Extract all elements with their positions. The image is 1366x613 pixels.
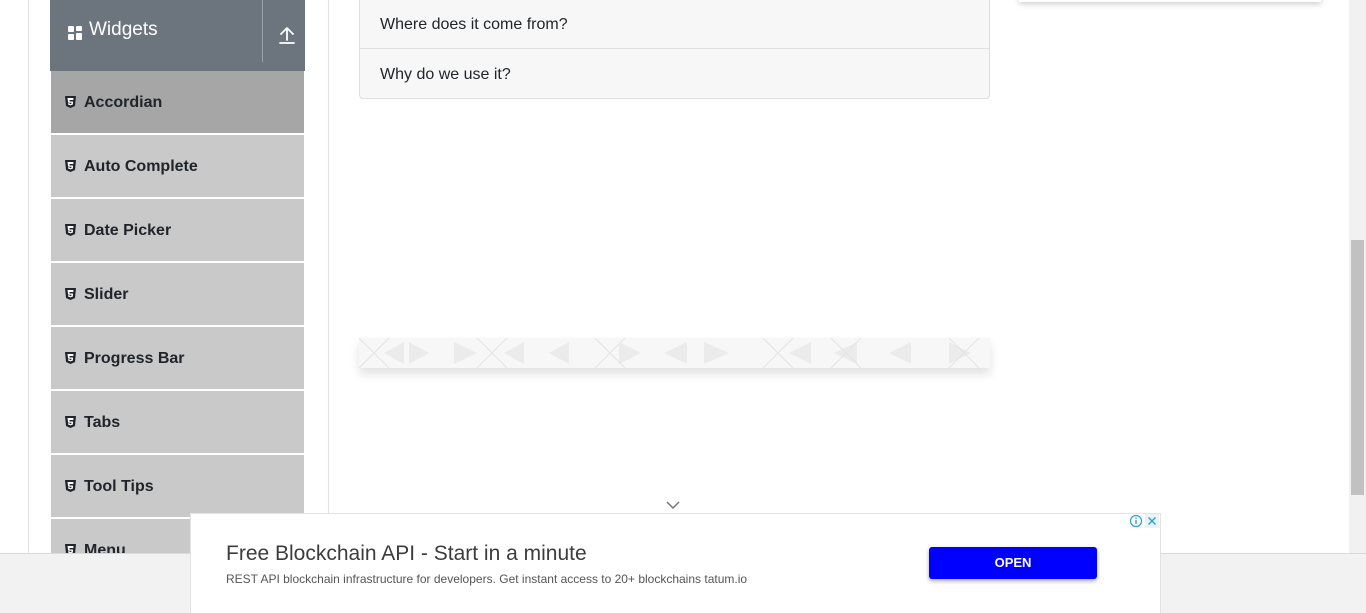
ad-headline[interactable]: Free Blockchain API - Start in a minute bbox=[226, 541, 587, 567]
html5-icon bbox=[65, 544, 76, 553]
accordion-section-title: Where does it come from? bbox=[380, 16, 568, 33]
ad-open-button[interactable]: OPEN bbox=[929, 547, 1097, 579]
sidebar-border bbox=[328, 0, 329, 553]
right-side-card bbox=[1019, 0, 1321, 2]
accordion-section-why-use[interactable]: Why do we use it? bbox=[360, 48, 989, 98]
info-icon[interactable] bbox=[1129, 514, 1143, 528]
widgets-menu-list: Accordian Auto Complete Date Picker Slid… bbox=[50, 71, 305, 553]
header-divider bbox=[262, 0, 263, 62]
sidebar-item-label: Slider bbox=[84, 286, 129, 303]
ad-banner[interactable]: Free Blockchain API - Start in a minute … bbox=[190, 513, 1161, 613]
sidebar-item-label: Accordian bbox=[84, 94, 163, 111]
ad-description: REST API blockchain infrastructure for d… bbox=[226, 572, 748, 586]
sidebar-item-label: Progress Bar bbox=[84, 350, 185, 367]
scrollbar-thumb[interactable] bbox=[1351, 240, 1364, 495]
sidebar-item-auto-complete[interactable]: Auto Complete bbox=[51, 135, 304, 197]
sidebar-item-tool-tips[interactable]: Tool Tips bbox=[51, 455, 304, 517]
sidebar-item-tabs[interactable]: Tabs bbox=[51, 391, 304, 453]
sidebar-item-label: Date Picker bbox=[84, 222, 172, 239]
sidebar-item-label: Tool Tips bbox=[84, 478, 154, 495]
sidebar-item-slider[interactable]: Slider bbox=[51, 263, 304, 325]
page: Widgets Accordian Auto Complete Date Pic… bbox=[0, 0, 1366, 613]
sidebar-item-accordian[interactable]: Accordian bbox=[51, 71, 304, 133]
group-title: Widgets bbox=[89, 19, 158, 40]
sidebar-item-label: Menu bbox=[84, 542, 126, 553]
upload-arrow-icon bbox=[279, 27, 295, 44]
html5-icon bbox=[65, 160, 76, 172]
grid-icon bbox=[68, 26, 82, 40]
html5-icon bbox=[65, 224, 76, 236]
sidebar-item-label: Tabs bbox=[84, 414, 121, 431]
accordion-section-title: Why do we use it? bbox=[380, 66, 511, 83]
html5-icon bbox=[65, 352, 76, 364]
chevron-down-icon[interactable] bbox=[664, 498, 682, 510]
ad-placeholder-strip bbox=[358, 337, 990, 369]
html5-icon bbox=[65, 96, 76, 108]
sidebar-item-progress-bar[interactable]: Progress Bar bbox=[51, 327, 304, 389]
html5-icon bbox=[65, 480, 76, 492]
accordion: Where does it come from? Why do we use i… bbox=[359, 0, 990, 99]
html5-icon bbox=[65, 288, 76, 300]
widgets-group-header[interactable]: Widgets bbox=[50, 0, 305, 71]
sidebar-item-label: Auto Complete bbox=[84, 158, 198, 175]
close-icon[interactable] bbox=[1145, 514, 1159, 528]
html5-icon bbox=[65, 416, 76, 428]
left-panel: Widgets Accordian Auto Complete Date Pic… bbox=[50, 0, 305, 553]
accordion-section-where-from[interactable]: Where does it come from? bbox=[360, 0, 989, 48]
left-border bbox=[28, 0, 29, 553]
collapse-group-button[interactable] bbox=[272, 22, 302, 50]
sidebar-item-date-picker[interactable]: Date Picker bbox=[51, 199, 304, 261]
pattern-graphic bbox=[358, 337, 980, 369]
ad-choices bbox=[1129, 514, 1159, 528]
